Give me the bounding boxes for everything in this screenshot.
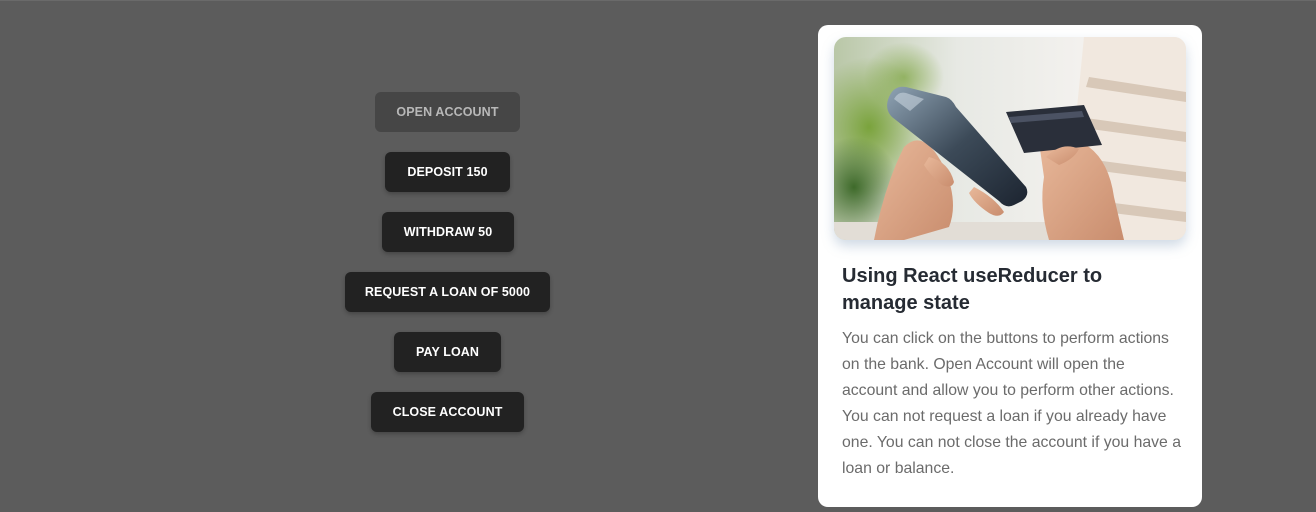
card-title: Using React useReducer to manage state [842,265,1103,314]
card-image [834,37,1186,240]
request-loan-button[interactable]: REQUEST A LOAN OF 5000 [345,272,550,312]
info-card: Using React useReducer to manage state Y… [818,25,1202,507]
deposit-button[interactable]: DEPOSIT 150 [385,152,510,192]
withdraw-button[interactable]: WITHDRAW 50 [382,212,514,252]
pay-loan-button[interactable]: PAY LOAN [394,332,501,372]
phone-and-credit-card-photo [834,37,1186,240]
page: OPEN ACCOUNT DEPOSIT 150 WITHDRAW 50 REQ… [0,0,1316,512]
open-account-button[interactable]: OPEN ACCOUNT [375,92,520,132]
close-account-button[interactable]: CLOSE ACCOUNT [371,392,524,432]
card-description: You can click on the buttons to perform … [842,330,1182,477]
bank-actions: OPEN ACCOUNT DEPOSIT 150 WITHDRAW 50 REQ… [0,1,895,512]
